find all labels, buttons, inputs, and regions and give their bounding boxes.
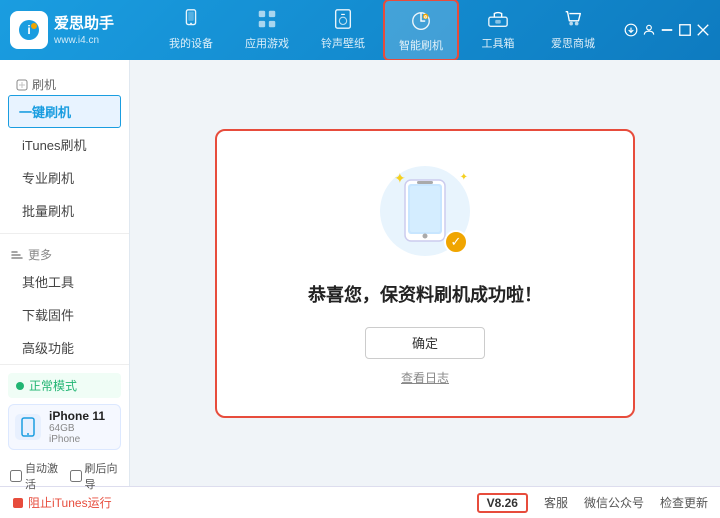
tab-toolbox[interactable]: 工具箱 (463, 0, 533, 61)
stop-itunes[interactable]: 阻止iTunes运行 (12, 494, 112, 511)
main-area: 刷机 一键刷机 iTunes刷机 专业刷机 批量刷机 更多 (0, 60, 720, 486)
logo-area: i 爱思助手 www.i4.cn (10, 11, 140, 49)
sidebar-item-pro-flash[interactable]: 专业刷机 (0, 161, 129, 194)
logo-icon: i (10, 11, 48, 49)
minimize-btn[interactable] (660, 23, 674, 37)
logo-text: 爱思助手 www.i4.cn (54, 13, 114, 48)
download-btn[interactable] (624, 23, 638, 37)
sidebar-item-other-tools[interactable]: 其他工具 (0, 265, 129, 298)
check-badge: ✓ (444, 230, 468, 254)
sidebar-divider (0, 233, 129, 234)
sidebar-item-itunes-flash[interactable]: iTunes刷机 (0, 128, 129, 161)
mode-badge: 正常模式 (8, 373, 121, 398)
tab-ringtones[interactable]: 铃声壁纸 (307, 0, 379, 61)
sparkle-tr: ✦ (460, 172, 468, 183)
sidebar-section-flash: 刷机 (0, 70, 129, 95)
window-controls (624, 23, 710, 37)
sidebar-bottom: 正常模式 iPhone 11 64GB (0, 364, 129, 498)
close-btn[interactable] (696, 23, 710, 37)
auto-activate-checkbox[interactable]: 自动激活 (10, 460, 60, 492)
check-update-link[interactable]: 检查更新 (660, 494, 708, 511)
phone-svg (400, 178, 450, 243)
guide-input[interactable] (70, 470, 82, 482)
svg-text:i: i (27, 23, 30, 37)
auto-activate-input[interactable] (10, 470, 22, 482)
sidebar-nav: 刷机 一键刷机 iTunes刷机 专业刷机 批量刷机 更多 (0, 70, 129, 364)
flash-icon: ⚙ (407, 7, 435, 35)
stop-icon (12, 497, 24, 509)
app-header: i 爱思助手 www.i4.cn 我的设备 (0, 0, 720, 60)
sidebar-item-batch-flash[interactable]: 批量刷机 (0, 194, 129, 227)
device-info: iPhone 11 64GB iPhone (8, 404, 121, 450)
sidebar: 刷机 一键刷机 iTunes刷机 专业刷机 批量刷机 更多 (0, 60, 130, 486)
sparkle-tl: ✦ (394, 170, 406, 187)
guide-checkbox[interactable]: 刷后向导 (70, 460, 120, 492)
sidebar-item-one-click-flash[interactable]: 一键刷机 (8, 95, 121, 128)
confirm-button[interactable]: 确定 (365, 327, 485, 359)
device-status-area: 正常模式 iPhone 11 64GB (0, 365, 129, 454)
device-icon (15, 414, 41, 440)
tab-smart-flash[interactable]: ⚙ 智能刷机 (383, 0, 459, 61)
wechat-link[interactable]: 微信公众号 (584, 494, 644, 511)
success-text: 恭喜您，保资料刷机成功啦！ (308, 281, 542, 307)
tab-store[interactable]: 爱思商城 (537, 0, 609, 61)
sidebar-outer: 刷机 一键刷机 iTunes刷机 专业刷机 批量刷机 更多 (0, 70, 129, 476)
apps-icon (253, 5, 281, 33)
tab-apps-games[interactable]: 应用游戏 (231, 0, 303, 61)
device-icon (177, 5, 205, 33)
phone-bg-circle: ✦ ✦ ✓ (380, 166, 470, 256)
phone-illustration: ✦ ✦ ✓ (375, 161, 475, 261)
result-box: ✦ ✦ ✓ 恭喜您，保资料刷机成功啦！ (215, 129, 635, 418)
view-log-link[interactable]: 查看日志 (401, 369, 449, 386)
content-area: ✦ ✦ ✓ 恭喜您，保资料刷机成功啦！ (130, 60, 720, 486)
user-btn[interactable] (642, 23, 656, 37)
sidebar-item-advanced[interactable]: 高级功能 (0, 331, 129, 364)
sidebar-more-section: 更多 (0, 240, 129, 265)
toolbox-icon (484, 5, 512, 33)
nav-tabs: 我的设备 应用游戏 铃声壁纸 (140, 0, 624, 61)
ringtones-icon (329, 5, 357, 33)
sidebar-footer: 自动激活 刷后向导 (0, 454, 129, 498)
version-badge[interactable]: V8.26 (477, 493, 528, 513)
tab-my-device[interactable]: 我的设备 (155, 0, 227, 61)
maximize-btn[interactable] (678, 23, 692, 37)
sidebar-item-download-firmware[interactable]: 下载固件 (0, 298, 129, 331)
store-icon (559, 5, 587, 33)
mode-dot (16, 382, 24, 390)
device-details: iPhone 11 64GB iPhone (49, 409, 105, 445)
customer-service-link[interactable]: 客服 (544, 494, 568, 511)
